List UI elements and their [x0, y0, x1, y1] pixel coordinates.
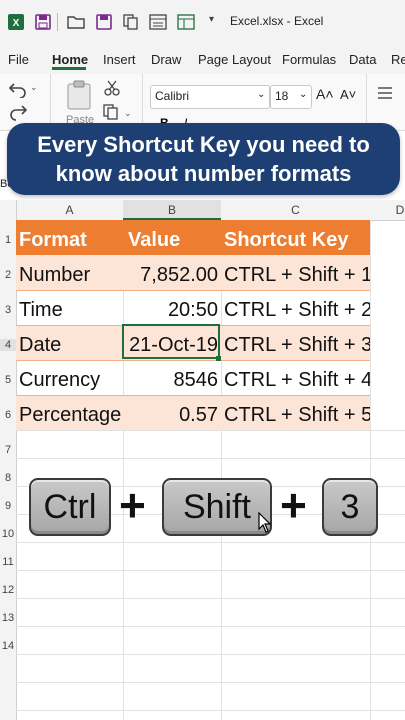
shrink-font-button[interactable]: A˅: [340, 87, 356, 102]
tab-insert[interactable]: Insert: [103, 52, 136, 67]
tab-file[interactable]: File: [8, 52, 29, 67]
sort-filter-icon[interactable]: [176, 12, 196, 32]
grow-font-button[interactable]: A˄: [316, 86, 334, 102]
table-cell[interactable]: Number: [19, 258, 123, 293]
copy-dropdown-icon[interactable]: ⌄: [124, 108, 132, 119]
font-name-value: Calibri: [155, 89, 190, 103]
row-header-8[interactable]: 8: [0, 472, 16, 484]
separator: [142, 74, 143, 130]
row-header-11[interactable]: 11: [0, 556, 16, 568]
table-cell[interactable]: CTRL + Shift + 1: [224, 258, 370, 293]
row-header-4[interactable]: 4: [0, 339, 16, 351]
chevron-down-icon: ⌄: [299, 89, 308, 100]
column-header-a[interactable]: A: [16, 200, 123, 220]
table-cell[interactable]: Percentage: [19, 398, 123, 433]
active-cell-border[interactable]: [122, 324, 220, 359]
gridline: [16, 458, 405, 459]
font-size-select[interactable]: 18 ⌄: [270, 85, 312, 109]
header-value: Value: [128, 229, 181, 251]
row-header-6[interactable]: 6: [0, 409, 16, 421]
align-icon[interactable]: [378, 86, 392, 104]
row-header-5[interactable]: 5: [0, 374, 16, 386]
column-header-c[interactable]: C: [221, 200, 370, 220]
gridline: [16, 542, 405, 543]
row-header-2[interactable]: 2: [0, 269, 16, 281]
tab-page-layout[interactable]: Page Layout: [198, 52, 271, 67]
ctrl-key: Ctrl: [29, 478, 111, 536]
row-header-14[interactable]: 14: [0, 640, 16, 652]
copy-format-icon[interactable]: [103, 104, 121, 125]
banner-line-2: know about number formats: [55, 161, 352, 186]
row-header-1[interactable]: 1: [0, 234, 16, 246]
three-key: 3: [322, 478, 378, 536]
table-cell[interactable]: 8546: [123, 363, 219, 398]
row-header-13[interactable]: 13: [0, 612, 16, 624]
undo-dropdown-icon[interactable]: ⌄: [30, 82, 38, 93]
cut-icon[interactable]: [104, 80, 120, 101]
plus-sign: +: [280, 479, 307, 531]
gridline: [16, 654, 405, 655]
row-header-7[interactable]: 7: [0, 444, 16, 456]
active-tab-indicator: [52, 67, 86, 70]
table-cell[interactable]: 7,852.00: [123, 258, 218, 293]
fill-handle[interactable]: [216, 356, 221, 361]
shift-key: Shift: [162, 478, 272, 536]
excel-logo-icon: X: [6, 12, 26, 32]
column-header-d[interactable]: D: [370, 200, 405, 220]
gridline: [370, 220, 371, 720]
header-shortcut-key: Shortcut Key: [224, 229, 349, 251]
tab-review[interactable]: Re: [391, 52, 405, 67]
table-cell[interactable]: Time: [19, 293, 123, 328]
table-cell[interactable]: 0.57: [123, 398, 218, 433]
chevron-down-icon: ⌄: [257, 89, 266, 100]
table-cell[interactable]: Currency: [19, 363, 123, 398]
svg-text:X: X: [13, 18, 20, 29]
column-header: A B C D: [0, 200, 405, 221]
separator: [57, 13, 58, 31]
undo-icon[interactable]: [8, 80, 28, 103]
customize-toolbar-icon[interactable]: ▾: [209, 14, 214, 25]
tab-draw[interactable]: Draw: [151, 52, 181, 67]
table-cell[interactable]: CTRL + Shift + 4: [224, 363, 370, 398]
open-folder-icon[interactable]: [66, 12, 86, 32]
tab-data[interactable]: Data: [349, 52, 376, 67]
table-cell[interactable]: Date: [19, 328, 123, 363]
save-icon[interactable]: [33, 12, 53, 32]
gridline: [221, 220, 222, 720]
copy-icon[interactable]: [121, 12, 141, 32]
gridline: [16, 598, 405, 599]
table-cell[interactable]: 20:50: [123, 293, 218, 328]
plus-sign: +: [119, 479, 146, 531]
mouse-cursor-icon: [257, 511, 272, 539]
gridline: [16, 710, 405, 711]
font-size-value: 18: [275, 89, 289, 103]
gridline: [16, 570, 405, 571]
save-as-icon[interactable]: [94, 12, 114, 32]
banner-line-1: Every Shortcut Key you need to: [37, 132, 370, 157]
row-header-12[interactable]: 12: [0, 584, 16, 596]
header-format: Format: [19, 229, 87, 251]
row-header: 1 2 3 4 5 6 7 8 9 10 11 12 13 14: [0, 220, 17, 720]
select-all-button[interactable]: [0, 200, 17, 220]
window-title: Excel.xlsx - Excel: [230, 14, 324, 28]
font-name-select[interactable]: Calibri ⌄: [150, 85, 270, 109]
form-icon[interactable]: [148, 12, 168, 32]
row-header-9[interactable]: 9: [0, 500, 16, 512]
table-cell[interactable]: CTRL + Shift + 3: [224, 328, 370, 363]
table-cell[interactable]: CTRL + Shift + 5: [224, 398, 370, 433]
gridline: [16, 682, 405, 683]
row-header-3[interactable]: 3: [0, 304, 16, 316]
paste-icon[interactable]: [64, 80, 94, 115]
tab-formulas[interactable]: Formulas: [282, 52, 336, 67]
gridline: [16, 626, 405, 627]
column-header-b[interactable]: B: [123, 200, 221, 220]
separator: [50, 74, 51, 130]
row-header-10[interactable]: 10: [0, 528, 16, 540]
title-banner: Every Shortcut Key you need to know abou…: [7, 123, 400, 195]
separator: [366, 74, 367, 130]
title-bar: X ▾ Excel.xlsx - Excel: [0, 0, 405, 44]
tab-home[interactable]: Home: [52, 52, 88, 67]
table-cell[interactable]: CTRL + Shift + 2: [224, 293, 370, 328]
